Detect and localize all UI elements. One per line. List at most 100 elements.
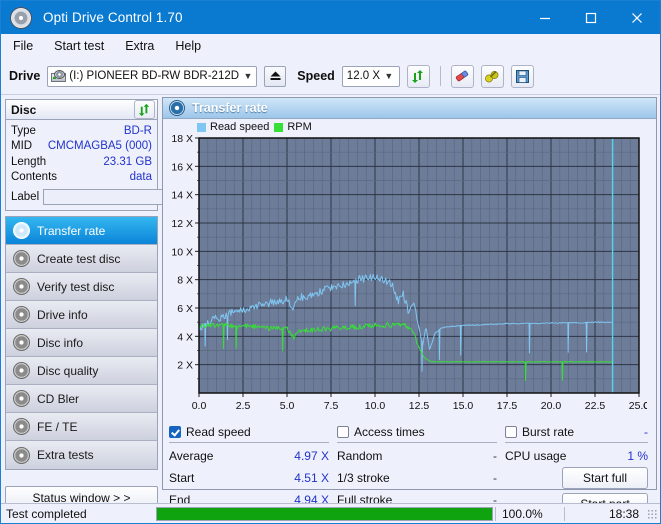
progress-fill: [157, 507, 492, 520]
legend-swatch-rpm: [274, 122, 284, 132]
tools-button[interactable]: [480, 64, 504, 88]
drive-label: Drive: [9, 69, 41, 83]
minimize-icon[interactable]: [522, 1, 568, 34]
close-icon[interactable]: [614, 1, 660, 34]
start-full-button[interactable]: Start full: [562, 467, 648, 489]
disc-label-key: Label: [11, 190, 40, 203]
save-icon: [515, 69, 529, 83]
access-times-title: Access times: [354, 425, 425, 439]
menu-item-help[interactable]: Help: [173, 37, 203, 55]
svg-text:10 X: 10 X: [171, 246, 193, 258]
access-times-checkbox[interactable]: [337, 426, 349, 438]
stats-area: Read speed Average 4.97 X Start 4.51 X E…: [163, 419, 656, 515]
sidebar-item-verify-test-disc[interactable]: Verify test disc: [6, 273, 157, 301]
eraser-icon: [456, 70, 469, 81]
sidebar-item-transfer-rate[interactable]: Transfer rate: [6, 217, 157, 245]
stat-value-average: 4.97 X: [294, 449, 329, 463]
refresh-button[interactable]: [406, 64, 430, 88]
disc-row-type-value: BD-R: [123, 124, 152, 137]
menu-bar: File Start test Extra Help: [1, 34, 660, 58]
disc-row-length-value: 23.31 GB: [103, 155, 152, 168]
disc-icon: [13, 278, 30, 295]
eraser-button[interactable]: [450, 64, 474, 88]
disc-refresh-button[interactable]: [134, 100, 155, 119]
disc-row-contents: Contents data: [11, 170, 152, 186]
read-speed-checkbox[interactable]: [169, 426, 181, 438]
legend-label-rpm: RPM: [287, 121, 312, 133]
svg-text:4 X: 4 X: [177, 331, 193, 343]
speed-select[interactable]: 12.0 X ▼: [341, 65, 400, 87]
refresh-icon: [411, 69, 423, 83]
stat-key-start: Start: [169, 471, 195, 485]
progress-percent: 100.0%: [495, 506, 564, 521]
sidebar-item-disc-quality[interactable]: Disc quality: [6, 357, 157, 385]
drive-icon: [51, 69, 67, 83]
sidebar-item-label: Disc quality: [37, 363, 99, 378]
title-bar: Opti Drive Control 1.70: [1, 1, 660, 34]
stats-burst-rate: Burst rate - CPU usage 1 % Start full St…: [505, 425, 648, 515]
disc-row-mid-key: MID: [11, 140, 33, 153]
disc-icon: [13, 250, 30, 267]
sidebar-item-fe-te[interactable]: FE / TE: [6, 413, 157, 441]
app-disc-icon: [10, 6, 32, 29]
app-window: Opti Drive Control 1.70 File Start test …: [0, 0, 661, 524]
sidebar-item-label: Disc info: [37, 335, 84, 350]
sidebar-item-label: FE / TE: [37, 419, 78, 434]
read-speed-header: Read speed: [169, 425, 329, 443]
svg-text:0.0: 0.0: [192, 400, 207, 412]
chart-header: Transfer rate: [163, 98, 656, 119]
disc-icon: [13, 362, 30, 379]
svg-text:16 X: 16 X: [171, 161, 193, 173]
svg-text:20.0: 20.0: [541, 400, 562, 412]
stat-key-average: Average: [169, 449, 214, 463]
sidebar-item-cd-bler[interactable]: CD Bler: [6, 385, 157, 413]
menu-item-extra[interactable]: Extra: [123, 37, 156, 55]
drive-toolbar: Drive (I:) PIONEER BD-RW BDR-212D 1.03 ▼…: [1, 58, 660, 95]
disc-panel-title: Disc: [11, 102, 37, 117]
chevron-down-icon: ▼: [243, 70, 253, 81]
sidebar-item-create-test-disc[interactable]: Create test disc: [6, 245, 157, 273]
svg-text:7.5: 7.5: [324, 400, 339, 412]
burst-rate-header: Burst rate -: [505, 425, 648, 443]
disc-icon: [169, 100, 185, 116]
svg-text:22.5: 22.5: [585, 400, 606, 412]
sidebar-item-label: Create test disc: [37, 251, 121, 266]
sidebar-item-extra-tests[interactable]: Extra tests: [6, 441, 157, 469]
svg-text:14 X: 14 X: [171, 190, 193, 202]
disc-panel-header: Disc: [6, 100, 157, 120]
progress-bar: [156, 506, 493, 521]
stat-row-random: Random -: [337, 445, 497, 467]
sidebar-item-label: Transfer rate: [37, 223, 106, 238]
menu-item-file[interactable]: File: [11, 37, 35, 55]
svg-text:18 X: 18 X: [171, 134, 193, 145]
chevron-down-icon: ▼: [384, 70, 394, 81]
eject-button[interactable]: [264, 65, 287, 87]
disc-icon: [13, 306, 30, 323]
drive-select[interactable]: (I:) PIONEER BD-RW BDR-212D 1.03 ▼: [47, 65, 258, 87]
svg-text:12.5: 12.5: [409, 400, 430, 412]
svg-text:6 X: 6 X: [177, 303, 193, 315]
svg-text:GB: GB: [643, 400, 647, 412]
resize-grip-icon[interactable]: [647, 508, 657, 519]
left-panel: Disc Type BD-R MID CMCMAGBA5 (000) Lengt…: [1, 95, 247, 509]
maximize-icon[interactable]: [568, 1, 614, 34]
save-button[interactable]: [510, 64, 534, 88]
status-bar: Test completed 100.0% 18:38: [1, 503, 660, 523]
menu-item-start-test[interactable]: Start test: [52, 37, 106, 55]
disc-label-row: Label: [11, 187, 247, 206]
svg-text:2 X: 2 X: [177, 360, 193, 372]
burst-rate-checkbox[interactable]: [505, 426, 517, 438]
disc-icon: [13, 222, 30, 239]
sidebar-item-label: CD Bler: [37, 391, 80, 406]
chart-legend: Read speed RPM: [163, 119, 656, 134]
disc-row-mid: MID CMCMAGBA5 (000): [11, 139, 152, 155]
svg-text:8 X: 8 X: [177, 275, 193, 287]
stat-key-third-stroke: 1/3 stroke: [337, 471, 390, 485]
disc-row-type-key: Type: [11, 124, 36, 137]
sidebar-item-disc-info[interactable]: Disc info: [6, 329, 157, 357]
disc-row-type: Type BD-R: [11, 123, 152, 139]
elapsed-time: 18:38: [564, 506, 647, 521]
disc-icon: [13, 390, 30, 407]
sidebar-item-drive-info[interactable]: Drive info: [6, 301, 157, 329]
